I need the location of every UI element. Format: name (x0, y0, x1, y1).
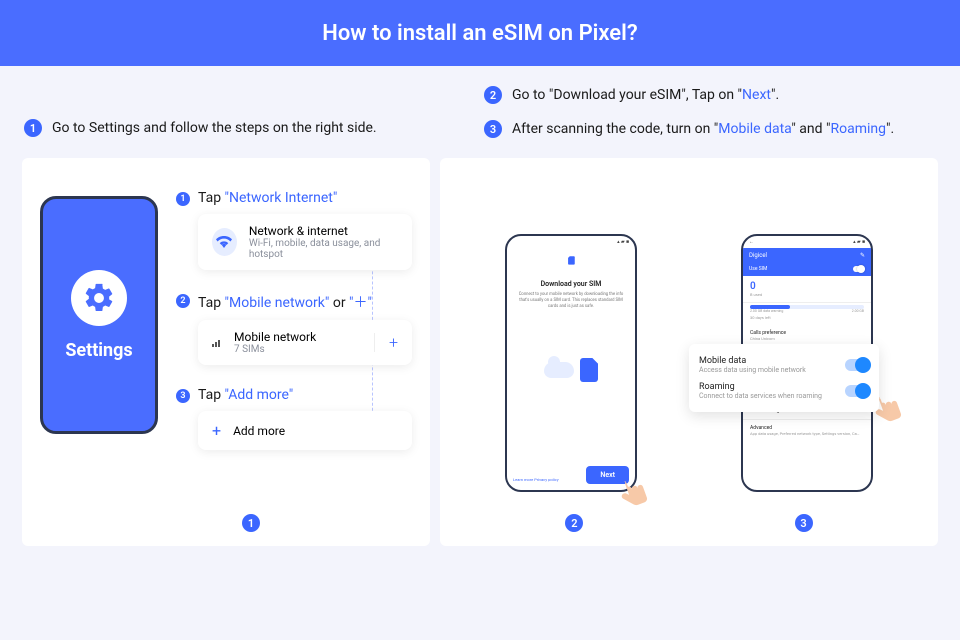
plus-icon: + (374, 333, 398, 352)
substep-3: 3 Tap "Add more" + Add more (176, 387, 412, 450)
wifi-icon (212, 228, 237, 256)
status-bar: ← ▴ ▰ ■ (743, 236, 871, 248)
step-badge-3: 3 (484, 120, 502, 138)
overlay-toggles: Mobile data Access data using mobile net… (689, 344, 879, 412)
download-illustration (531, 350, 611, 390)
gear-icon (71, 270, 127, 326)
usage-section: 0 B used (743, 276, 871, 303)
instruction-1: 1 Go to Settings and follow the steps on… (24, 86, 444, 138)
substep-2-title: Tap "Mobile network" or "＋" (198, 292, 412, 312)
instruction-1-text: Go to Settings and follow the steps on t… (52, 120, 377, 136)
instructions-right: 2 Go to "Download your eSIM", Tap on "Ne… (484, 86, 936, 138)
phone-frame: Settings (40, 196, 158, 434)
panel-badge-2: 2 (565, 514, 583, 532)
card-sub: Wi-Fi, mobile, data usage, and hotspot (249, 238, 398, 260)
top-instructions: 1 Go to Settings and follow the steps on… (0, 66, 960, 150)
instruction-2-text: Go to "Download your eSIM", Tap on "Next… (512, 87, 779, 103)
use-sim-row: Use SIM (743, 262, 871, 276)
row-roaming: Roaming Connect to data services when ro… (699, 378, 869, 404)
phone-settings-mock: Settings (40, 180, 158, 528)
sim-chip-icon (580, 358, 598, 382)
toggle-mobile-data[interactable] (845, 359, 869, 371)
card-sub: 7 SIMs (234, 344, 316, 355)
card-title: Mobile network (234, 330, 316, 344)
link-next: Next (742, 87, 771, 103)
instruction-2: 2 Go to "Download your eSIM", Tap on "Ne… (484, 86, 936, 104)
substep-badge-2: 2 (176, 294, 190, 308)
step-badge-2: 2 (484, 86, 502, 104)
plus-icon: + (212, 421, 221, 440)
substep-2: 2 Tap "Mobile network" or "＋" Mobile net… (176, 292, 412, 365)
signal-icon (212, 339, 222, 347)
panel-badge-3: 3 (795, 514, 813, 532)
status-bar: ▴ ▰ ■ (507, 236, 635, 248)
card-title: Add more (233, 424, 285, 438)
card-network-internet: Network & internet Wi-Fi, mobile, data u… (198, 214, 412, 270)
instruction-3: 3 After scanning the code, turn on "Mobi… (484, 120, 936, 138)
link-mobile-data: Mobile data (718, 121, 791, 137)
card-title: Network & internet (249, 224, 398, 238)
page-header: How to install an eSIM on Pixel? (0, 0, 960, 66)
back-arrow-icon: ← (749, 239, 754, 245)
phone-mock-3-wrap: ← ▴ ▰ ■ Digicel ✎ Use SIM 0 B used 2.0 (741, 234, 873, 492)
page-title: How to install an eSIM on Pixel? (322, 21, 637, 46)
card-mobile-network: Mobile network 7 SIMs + (198, 320, 412, 365)
substep-1: 1 Tap "Network Internet" Network & inter… (176, 190, 412, 270)
panel-badge-1: 1 (242, 514, 260, 532)
pencil-icon: ✎ (860, 252, 865, 259)
download-sim-title: Download your SIM (507, 280, 635, 288)
card-add-more: + Add more (198, 411, 412, 450)
toggle-icon (853, 266, 865, 272)
row-mobile-data: Mobile data Access data using mobile net… (699, 352, 869, 378)
panel-phone-mocks: ▴ ▰ ■ Download your SIM Connect to your … (440, 158, 938, 546)
advanced: Advanced App data usage, Preferred netwo… (743, 420, 871, 441)
substep-1-title: Tap "Network Internet" (198, 190, 412, 206)
panel-settings-steps: Settings 1 Tap "Network Internet" Networ… (22, 158, 430, 546)
substep-badge-3: 3 (176, 389, 190, 403)
sim-icon (507, 254, 635, 266)
download-sim-desc: Connect to your mobile network by downlo… (507, 288, 635, 310)
panels: Settings 1 Tap "Network Internet" Networ… (0, 150, 960, 546)
settings-label: Settings (65, 340, 132, 361)
phone-mock-2-wrap: ▴ ▰ ■ Download your SIM Connect to your … (505, 234, 637, 492)
cloud-icon (544, 362, 574, 378)
instruction-3-text: After scanning the code, turn on "Mobile… (512, 121, 894, 137)
footer-links: Learn more Privacy policy (513, 477, 559, 482)
step-badge-1: 1 (24, 119, 42, 137)
substep-3-title: Tap "Add more" (198, 387, 412, 403)
carrier-header: Digicel ✎ (743, 248, 871, 262)
phone-mock-download-sim: ▴ ▰ ■ Download your SIM Connect to your … (505, 234, 637, 492)
substeps: 1 Tap "Network Internet" Network & inter… (176, 180, 412, 528)
next-button[interactable]: Next (586, 466, 629, 484)
data-bar (750, 305, 864, 309)
substep-badge-1: 1 (176, 192, 190, 206)
link-roaming: Roaming (830, 121, 886, 137)
toggle-roaming[interactable] (845, 385, 869, 397)
